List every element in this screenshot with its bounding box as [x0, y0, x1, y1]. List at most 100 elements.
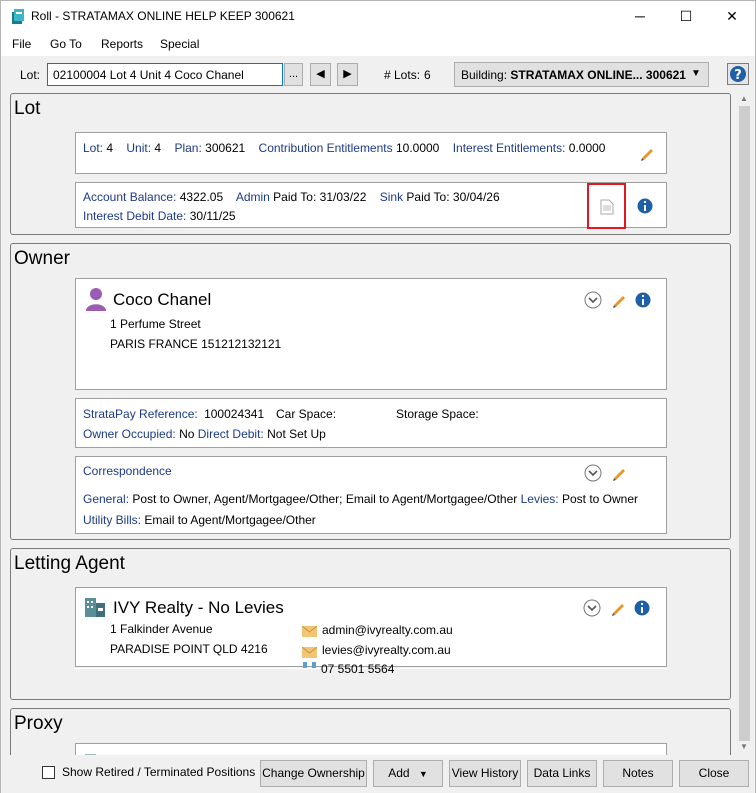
unit-label: Unit: [126, 141, 152, 155]
menu-special[interactable]: Special [160, 37, 199, 51]
roll-scroll-area[interactable]: Lot Lot: 4 Unit: 4 Plan: 300621 Contribu… [1, 92, 734, 755]
add-button[interactable]: Add ▼ [373, 760, 443, 787]
chevron-down-icon: ▼ [691, 68, 701, 79]
expand-chevron-icon[interactable] [584, 464, 602, 482]
bottom-bar: Show Retired / Terminated Positions Chan… [1, 757, 755, 793]
menu-bar: File Go To Reports Special [1, 32, 755, 56]
roll-window: Roll - STRATAMAX ONLINE HELP KEEP 300621… [0, 0, 756, 793]
info-icon[interactable] [634, 600, 650, 616]
sink-label: Sink [379, 190, 404, 204]
agent-phone[interactable]: 07 5501 5564 [321, 662, 394, 676]
lots-count-label: # Lots: [384, 68, 421, 82]
edit-pencil-icon[interactable] [611, 465, 627, 481]
utility-bills-value: Email to Agent/Mortgagee/Other [144, 513, 316, 527]
menu-file[interactable]: File [12, 37, 31, 51]
window-title: Roll - STRATAMAX ONLINE HELP KEEP 300621 [31, 9, 295, 23]
plan-label: Plan: [174, 141, 202, 155]
owner-occupied-label: Owner Occupied: [83, 427, 176, 441]
owner-occupied-value: No [179, 427, 195, 441]
stratapay-reference-value: 100024341 [204, 407, 265, 421]
title-bar: Roll - STRATAMAX ONLINE HELP KEEP 300621… [1, 1, 755, 32]
view-history-button[interactable]: View History [449, 760, 521, 787]
show-retired-checkbox[interactable] [42, 766, 55, 779]
owner-occupied-row: Owner Occupied: No Direct Debit: Not Set… [83, 427, 326, 441]
agent-address-line-1: 1 Falkinder Avenue [110, 622, 213, 636]
help-icon: ? [730, 66, 746, 83]
general-label: General: [83, 492, 130, 506]
owner-section: Owner Coco Chanel 1 Perfume Street PARIS… [10, 243, 731, 540]
minimize-button[interactable]: ─ [617, 1, 663, 32]
help-button[interactable]: ? [727, 63, 749, 85]
direct-debit-value: Not Set Up [267, 427, 326, 441]
proxy-section: Proxy [10, 708, 731, 755]
owner-details-card: StrataPay Reference: 100024341 Car Space… [75, 398, 667, 448]
account-balance-label: Account Balance: [83, 190, 177, 204]
change-ownership-button[interactable]: Change Ownership [260, 760, 367, 787]
edit-pencil-icon[interactable] [639, 145, 655, 161]
statement-button[interactable] [587, 183, 626, 229]
letting-agent-section: Letting Agent IVY Realty - No Levies 1 F… [10, 548, 731, 700]
info-icon[interactable] [637, 198, 653, 214]
menu-reports[interactable]: Reports [101, 37, 143, 51]
close-button[interactable]: Close [679, 760, 749, 787]
lot-label: Lot: [20, 68, 41, 82]
building-icon [85, 754, 96, 755]
show-retired-label: Show Retired / Terminated Positions [62, 765, 256, 779]
expand-chevron-icon[interactable] [583, 599, 601, 617]
data-links-button[interactable]: Data Links [527, 760, 597, 787]
plan-value: 300621 [205, 141, 246, 155]
lot-number-value: 4 [106, 141, 114, 155]
sink-paid-to-label: Paid To: [406, 190, 450, 204]
email-icon [302, 647, 317, 658]
edit-pencil-icon[interactable] [610, 600, 626, 616]
utility-bills-label: Utility Bills: [83, 513, 142, 527]
lot-lookup-button[interactable]: ... [284, 63, 303, 86]
vertical-scrollbar[interactable]: ▲ ▼ [736, 92, 753, 755]
prev-lot-button[interactable]: ◀ [310, 63, 331, 86]
account-balance-card: Account Balance: 4322.05 Admin Paid To: … [75, 182, 667, 229]
chevron-down-icon: ▼ [418, 769, 428, 779]
maximize-button[interactable]: ☐ [663, 1, 709, 32]
contribution-entitlements-value: 10.0000 [395, 141, 440, 155]
lot-section: Lot Lot: 4 Unit: 4 Plan: 300621 Contribu… [10, 93, 731, 235]
next-lot-button[interactable]: ▶ [337, 63, 358, 86]
lot-number-label: Lot: [83, 141, 104, 155]
scroll-down-arrow-icon[interactable]: ▼ [740, 742, 748, 751]
lot-details-card: Lot: 4 Unit: 4 Plan: 300621 Contribution… [75, 132, 667, 174]
proxy-section-title: Proxy [14, 713, 63, 734]
edit-pencil-icon[interactable] [611, 292, 627, 308]
notes-button[interactable]: Notes [603, 760, 673, 787]
direct-debit-label: Direct Debit: [197, 427, 264, 441]
help-glyph: ? [734, 68, 742, 83]
lot-details-row: Lot: 4 Unit: 4 Plan: 300621 Contribution… [83, 141, 605, 155]
scrollbar-thumb[interactable] [739, 106, 750, 741]
interest-entitlements-label: Interest Entitlements: [452, 141, 566, 155]
agent-address-line-2: PARADISE POINT QLD 4216 [110, 642, 268, 656]
owner-contact-card: Coco Chanel 1 Perfume Street PARIS FRANC… [75, 278, 667, 390]
add-button-label: Add [388, 766, 410, 780]
agent-email-2[interactable]: levies@ivyrealty.com.au [322, 643, 451, 657]
account-balance-value: 4322.05 [179, 190, 224, 204]
admin-paid-to-label: Paid To: [273, 190, 317, 204]
admin-paid-to-value: 31/03/22 [319, 190, 367, 204]
info-icon[interactable] [635, 292, 651, 308]
expand-chevron-icon[interactable] [584, 291, 602, 309]
lots-count-value: 6 [424, 68, 431, 82]
interest-debit-row: Interest Debit Date: 30/11/25 [83, 209, 236, 223]
building-select[interactable]: Building: STRATAMAX ONLINE... 300621 ▼ [454, 62, 709, 87]
owner-address-line-1: 1 Perfume Street [110, 317, 201, 331]
close-window-button[interactable]: ✕ [709, 1, 755, 32]
letting-agent-section-title: Letting Agent [14, 553, 125, 574]
menu-go-to[interactable]: Go To [50, 37, 82, 51]
lot-input[interactable]: 02100004 Lot 4 Unit 4 Coco Chanel [47, 63, 283, 86]
correspondence-title: Correspondence [83, 464, 172, 478]
agent-contact-card: IVY Realty - No Levies 1 Falkinder Avenu… [75, 587, 667, 668]
scroll-up-arrow-icon[interactable]: ▲ [740, 94, 748, 103]
app-logo-icon [12, 9, 24, 24]
building-icon [85, 598, 105, 617]
toolbar: Lot: 02100004 Lot 4 Unit 4 Coco Chanel .… [1, 56, 755, 92]
owner-section-title: Owner [14, 248, 70, 269]
interest-debit-date-label: Interest Debit Date: [83, 209, 187, 223]
contribution-entitlements-label: Contribution Entitlements [258, 141, 393, 155]
agent-email-1[interactable]: admin@ivyrealty.com.au [322, 623, 453, 637]
